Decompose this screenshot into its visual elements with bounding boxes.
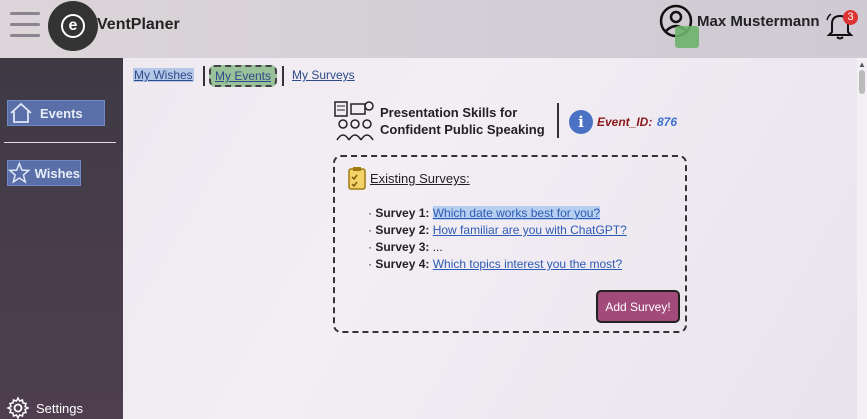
sidebar-divider <box>4 142 116 143</box>
sidebar-item-events[interactable]: Events <box>7 100 105 126</box>
home-icon <box>10 102 32 123</box>
survey-link[interactable]: Which topics interest you the most? <box>433 257 622 271</box>
survey-link[interactable]: How familiar are you with ChatGPT? <box>433 223 627 237</box>
list-item: · Survey 3: ... <box>368 239 627 256</box>
hamburger-menu-icon[interactable] <box>10 12 40 38</box>
sidebar-item-label: Events <box>40 105 83 121</box>
list-item: · Survey 2: How familiar are you with Ch… <box>368 222 627 239</box>
settings-label: Settings <box>36 400 83 416</box>
survey-label: Survey 4: <box>375 257 430 271</box>
list-item: · Survey 4: Which topics interest you th… <box>368 256 627 273</box>
sidebar: Events Wishes Settings <box>0 58 123 419</box>
survey-label: Survey 1: <box>375 206 430 220</box>
lock-icon <box>675 26 699 48</box>
scroll-up-icon[interactable]: ▲ <box>857 60 867 70</box>
tab-divider <box>203 66 205 86</box>
event-title-line2: Confident Public Speaking <box>380 122 545 137</box>
clipboard-icon <box>348 167 366 190</box>
survey-label: Survey 3: <box>375 240 430 254</box>
event-id-value: 876 <box>657 115 678 129</box>
event-id-label: Event_ID: <box>597 115 653 129</box>
sidebar-item-wishes[interactable]: Wishes <box>7 160 81 186</box>
app-logo: e <box>48 1 98 51</box>
tab-divider <box>282 66 284 86</box>
tab-my-wishes[interactable]: My Wishes <box>133 68 194 82</box>
survey-label: Survey 2: <box>375 223 430 237</box>
top-bar: e VentPlaner Max Mustermann 3 <box>0 0 867 58</box>
tab-my-surveys[interactable]: My Surveys <box>292 68 355 82</box>
app-name: VentPlaner <box>97 16 180 33</box>
star-icon <box>8 161 31 184</box>
gear-icon <box>6 396 30 419</box>
settings-button[interactable]: Settings <box>6 396 83 419</box>
surveys-title: Existing Surveys: <box>370 171 470 186</box>
user-name[interactable]: Max Mustermann <box>697 13 820 30</box>
list-item: · Survey 1: Which date works best for yo… <box>368 205 627 222</box>
notification-badge: 3 <box>843 10 858 25</box>
scroll-thumb[interactable] <box>859 70 865 94</box>
survey-list: · Survey 1: Which date works best for yo… <box>368 205 627 273</box>
event-title-line1: Presentation Skills for <box>380 105 518 120</box>
scrollbar[interactable]: ▲ <box>857 58 867 419</box>
event-title: Presentation Skills for Confident Public… <box>380 104 560 138</box>
presentation-icon <box>334 101 374 141</box>
logo-letter: e <box>61 14 85 38</box>
survey-placeholder: ... <box>432 240 443 254</box>
info-icon[interactable]: i <box>569 110 593 134</box>
tab-my-events[interactable]: My Events <box>209 65 278 87</box>
event-header-divider <box>557 103 559 138</box>
survey-link[interactable]: Which date works best for you? <box>432 206 601 220</box>
sidebar-item-label: Wishes <box>34 165 80 181</box>
add-survey-button[interactable]: Add Survey! <box>596 290 680 323</box>
